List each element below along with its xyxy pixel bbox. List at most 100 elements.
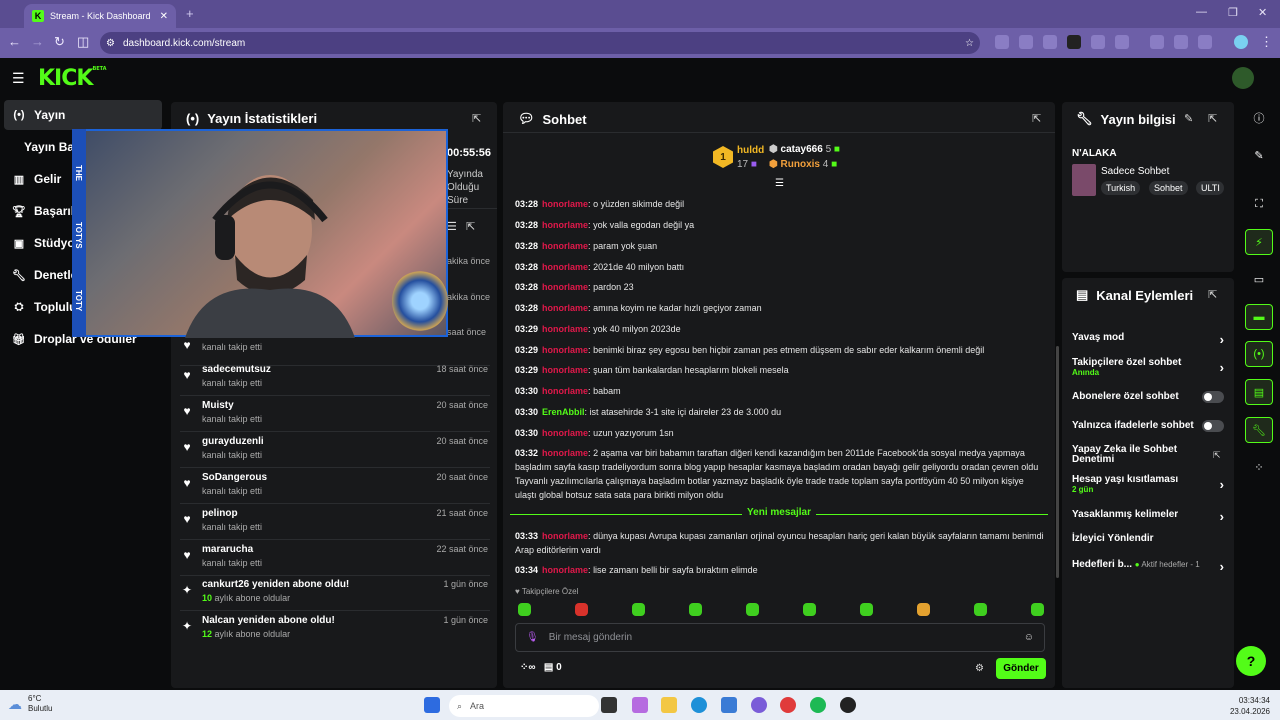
extensions-puzzle-icon[interactable] — [1115, 35, 1129, 49]
app-icon[interactable] — [721, 697, 737, 713]
edit-pencil-icon[interactable]: ✎ — [1245, 142, 1273, 168]
microphone-icon[interactable]: 🎙︎ — [526, 632, 539, 643]
chrome-profile-icon[interactable] — [751, 697, 767, 713]
reload-icon[interactable]: ↻ — [54, 34, 65, 50]
action-emotes-only[interactable]: Yalnızca ifadelerle sohbet — [1072, 420, 1224, 432]
emote-icon[interactable] — [1031, 603, 1044, 616]
chat-bubble-icon[interactable]: ▬ — [1245, 304, 1273, 330]
feed-filter-icon[interactable]: ☰ ⇱ — [447, 220, 475, 233]
action-banned-words[interactable]: Yasaklanmış kelimeler › — [1072, 509, 1224, 524]
leader-second[interactable]: ⬢ catay666 5 ■ — [769, 144, 840, 155]
maximize-icon[interactable]: ❐ — [1228, 6, 1238, 19]
browser-tab[interactable]: K Stream - Kick Dashboard ✕ — [24, 4, 176, 28]
broadcast-icon[interactable]: (•) — [1245, 341, 1273, 367]
tag-chip[interactable]: Sohbet — [1149, 181, 1188, 195]
popout-icon[interactable]: ⇱ — [1213, 450, 1221, 461]
leader-third[interactable]: ⬢ Runoxis 4 ■ — [769, 159, 837, 170]
spotify-icon[interactable] — [810, 697, 826, 713]
task-view-icon[interactable] — [601, 697, 617, 713]
site-info-icon[interactable]: ⚙ — [106, 38, 115, 49]
toggle-switch[interactable] — [1202, 420, 1224, 432]
address-bar[interactable]: ⚙ dashboard.kick.com/stream ☆ — [100, 32, 980, 54]
category-name[interactable]: Sadece Sohbet — [1101, 166, 1169, 177]
popout-icon[interactable]: ⇱ — [1208, 112, 1217, 125]
emote-icon[interactable] — [632, 603, 645, 616]
emote-icon[interactable] — [746, 603, 759, 616]
close-tab-icon[interactable]: ✕ — [160, 11, 168, 22]
chat-settings-icon[interactable]: ⚙ — [975, 663, 984, 674]
action-slow-mode[interactable]: Yavaş mod › — [1072, 332, 1224, 347]
kick-logo[interactable]: KICKBETA — [38, 66, 107, 91]
forward-icon[interactable]: → — [31, 34, 44, 49]
edge-icon[interactable] — [691, 697, 707, 713]
emote-icon[interactable] — [803, 603, 816, 616]
windows-start-icon[interactable] — [424, 697, 440, 713]
nav-item-yayin[interactable]: (•) Yayın — [4, 100, 162, 130]
popout-icon[interactable]: ⇱ — [1032, 112, 1041, 125]
extension-bolt-icon[interactable] — [1091, 35, 1105, 49]
user-avatar[interactable] — [1232, 67, 1254, 89]
hamburger-menu-icon[interactable]: ☰ — [12, 70, 25, 87]
category-thumbnail[interactable] — [1072, 164, 1096, 196]
extension-bug-icon[interactable] — [1150, 35, 1164, 49]
taskbar-clock[interactable]: 03:34:34 23.04.2026 — [1220, 695, 1270, 717]
wrench-icon[interactable]: 🔧︎ — [1245, 417, 1273, 443]
action-account-age[interactable]: Hesap yaşı kısıtlaması 2 gün › — [1072, 474, 1224, 494]
extension-s-icon[interactable] — [1067, 35, 1081, 49]
action-raid[interactable]: İzleyici Yönlendir — [1072, 533, 1224, 544]
action-subscribers-only[interactable]: Abonelere özel sohbet — [1072, 391, 1224, 403]
emote-icon[interactable] — [860, 603, 873, 616]
popout-icon[interactable]: ⇱ — [1208, 288, 1217, 301]
chat-message: 03:30 honorlame: babam — [515, 386, 621, 396]
emote-icon[interactable] — [575, 603, 588, 616]
download-icon[interactable] — [1198, 35, 1212, 49]
extension-pen-icon[interactable] — [1043, 35, 1057, 49]
toggle-switch[interactable] — [1202, 391, 1224, 403]
leader-first-name[interactable]: huldd — [737, 145, 764, 156]
minimize-icon[interactable]: — — [1196, 6, 1207, 18]
points-icon[interactable]: ⁘∞ — [520, 662, 536, 673]
chat-input[interactable]: 🎙︎ Bir mesaj gönderin ☺ — [515, 623, 1045, 652]
sparkle-icon: ✦ — [181, 583, 193, 597]
side-panel-icon[interactable]: ◫ — [77, 34, 89, 50]
expand-leaderboard-icon[interactable]: ☰ — [775, 178, 784, 189]
file-explorer-icon[interactable] — [661, 697, 677, 713]
obs-icon[interactable] — [840, 697, 856, 713]
taskbar-search[interactable]: ⌕ Ara — [449, 695, 599, 717]
browser-menu-icon[interactable]: ⋮ — [1260, 34, 1273, 50]
history-icon[interactable] — [1174, 35, 1188, 49]
emoji-picker-icon[interactable]: ☺ — [1024, 632, 1034, 643]
emote-icon[interactable] — [689, 603, 702, 616]
copilot-icon[interactable] — [632, 697, 648, 713]
chat-scrollbar[interactable] — [1056, 346, 1059, 578]
action-goals[interactable]: Hedefleri b... ● Aktif hedefler - 1 › — [1072, 559, 1224, 574]
action-ai-moderation[interactable]: Yapay Zeka ile Sohbet Denetimi — [1072, 445, 1192, 465]
new-tab-icon[interactable]: + — [186, 6, 194, 21]
emote-icon[interactable] — [917, 603, 930, 616]
bookmark-star-icon[interactable]: ☆ — [965, 38, 974, 49]
opera-icon[interactable] — [780, 697, 796, 713]
info-icon[interactable]: ⓘ — [1245, 105, 1273, 131]
chat-message: 03:28 honorlame: param yok şuan — [515, 241, 658, 251]
edit-pencil-icon[interactable]: ✎ — [1184, 112, 1193, 125]
send-button[interactable]: Gönder — [996, 658, 1046, 679]
extension-camera-icon[interactable] — [1019, 35, 1033, 49]
notes-icon[interactable]: ▭ — [1245, 266, 1273, 292]
window-close-icon[interactable]: ✕ — [1258, 6, 1267, 19]
extension-translate-icon[interactable] — [995, 35, 1009, 49]
connections-icon[interactable]: ⁘ — [1245, 454, 1273, 480]
help-chat-icon[interactable]: ? — [1236, 646, 1266, 676]
tag-chip[interactable]: ULTI — [1196, 181, 1224, 195]
weather-widget[interactable]: ☁ 6°C Bulutlu — [8, 694, 52, 714]
crop-icon[interactable]: ⛶ — [1245, 191, 1273, 217]
bolt-icon[interactable]: ⚡︎ — [1245, 229, 1273, 255]
action-followers-only[interactable]: Takipçilere özel sohbet Anında › — [1072, 357, 1224, 377]
back-icon[interactable]: ← — [8, 34, 21, 49]
popout-icon[interactable]: ⇱ — [472, 112, 481, 125]
actions-icon[interactable]: ▤ — [1245, 379, 1273, 405]
emote-icon[interactable] — [518, 603, 531, 616]
tag-chip[interactable]: Turkish — [1101, 181, 1141, 195]
emote-icon[interactable] — [974, 603, 987, 616]
store-icon[interactable]: ▤ — [544, 662, 553, 673]
profile-avatar-icon[interactable] — [1234, 35, 1248, 49]
